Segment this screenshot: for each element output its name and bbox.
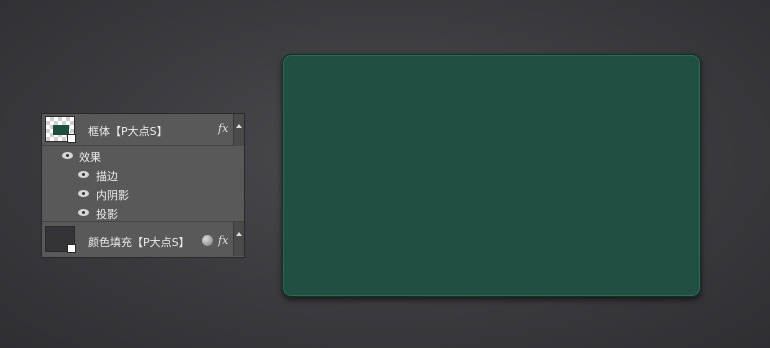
layer-name[interactable]: 颜色填充【P大点S】 (88, 234, 190, 250)
clipping-mask-icon (202, 235, 213, 246)
eye-icon[interactable] (78, 190, 89, 197)
layer-name[interactable]: 框体【P大点S】 (88, 123, 168, 139)
layer-row-color-fill[interactable]: 颜色填充【P大点S】 fx (42, 221, 244, 257)
layer-thumbnail[interactable] (45, 226, 76, 253)
effects-header-label: 效果 (79, 151, 101, 164)
layer-row-frame[interactable]: 框体【P大点S】 fx (42, 114, 244, 146)
effect-label: 描边 (96, 170, 118, 183)
effect-label: 内阴影 (96, 189, 129, 202)
fx-icon[interactable]: fx (218, 234, 228, 247)
eye-icon[interactable] (62, 152, 73, 159)
layers-panel: 框体【P大点S】 fx 效果 描边 内阴影 投影 颜色填充【P大点S】 fx (41, 113, 245, 258)
canvas-card (282, 54, 701, 297)
eye-icon[interactable] (78, 209, 89, 216)
collapse-effects-arrow-icon[interactable] (233, 222, 244, 256)
layer-thumbnail[interactable] (45, 116, 76, 143)
effect-row-stroke[interactable]: 描边 (78, 166, 268, 185)
eye-icon[interactable] (78, 171, 89, 178)
effects-header-row[interactable]: 效果 (62, 147, 252, 166)
vector-mask-icon (67, 134, 76, 143)
effect-label: 投影 (96, 208, 118, 221)
adjustment-icon (67, 244, 76, 253)
fx-icon[interactable]: fx (218, 122, 228, 135)
collapse-effects-arrow-icon[interactable] (233, 114, 244, 146)
effect-row-inner-shadow[interactable]: 内阴影 (78, 185, 268, 204)
